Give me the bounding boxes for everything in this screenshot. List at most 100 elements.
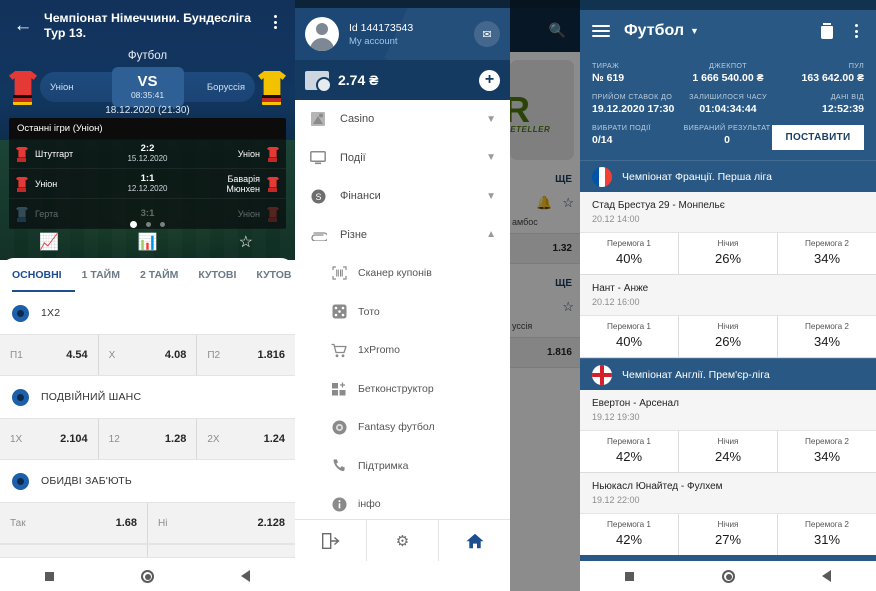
outcome-cell-win2[interactable]: Перемога 2 34% [778, 233, 876, 274]
scrim-overlay[interactable] [510, 0, 580, 591]
outcome-label: Нічия [717, 520, 739, 529]
tab-kutovi-2[interactable]: КУТОВ [256, 269, 291, 281]
draw-label: ТИРАЖ [592, 61, 620, 70]
account-header[interactable]: Id 144173543 My account ✉ [295, 8, 510, 60]
market-header[interactable]: ОБИДВІ ЗАБ'ЮТЬ [0, 460, 295, 502]
outcome-cell-draw[interactable]: Нічия 26% [679, 316, 778, 357]
chevron-down-icon[interactable]: ▼ [486, 191, 496, 202]
outcome-cell-win2[interactable]: Перемога 2 34% [778, 316, 876, 357]
envelope-icon[interactable]: ✉ [474, 21, 500, 47]
place-bet-button[interactable]: ПОСТАВИТИ [772, 125, 864, 150]
odds-cell[interactable]: 2X 1.24 [197, 419, 295, 459]
trend-line-icon[interactable]: 📈 [0, 232, 98, 252]
outcome-percent: 34% [813, 449, 841, 464]
outcome-cell-win1[interactable]: Перемога 1 40% [580, 316, 679, 357]
event-header[interactable]: Нант - Анже 20.12 16:00 [580, 275, 876, 316]
outcome-cell-draw[interactable]: Нічия 26% [679, 233, 778, 274]
away-jersey-icon [255, 69, 289, 105]
circle-icon[interactable] [98, 569, 196, 583]
drawer-subitem-fantasy[interactable]: Fantasy футбол [295, 408, 510, 447]
drawer-item-casino[interactable]: Casino ▼ [295, 100, 510, 139]
chevron-up-icon[interactable]: ▲ [486, 229, 496, 240]
tab-2-taim[interactable]: 2 ТАЙМ [140, 269, 178, 281]
odds-cell[interactable]: 12 1.28 [99, 419, 198, 459]
odds-cell[interactable]: П2 1.816 [197, 335, 295, 375]
selected-events-value: 0/14 [592, 134, 613, 146]
trash-icon[interactable] [820, 23, 834, 39]
outcome-cell-win2[interactable]: Перемога 2 34% [778, 431, 876, 472]
outcome-cell-win1[interactable]: Перемога 1 40% [580, 233, 679, 274]
home-team-name[interactable]: Уніон [40, 72, 112, 102]
odds-cell[interactable]: Так 1.68 [0, 503, 148, 543]
drawer-subitem-betconstructor[interactable]: Бетконструктор [295, 370, 510, 409]
chevron-down-icon[interactable]: ▼ [690, 26, 699, 36]
status-bar [295, 0, 510, 8]
drawer-subitem-info[interactable]: інфо [295, 485, 510, 524]
away-team-name[interactable]: Боруссія [183, 72, 255, 102]
market-tabs: ОСНОВНІ 1 ТАЙМ 2 ТАЙМ КУТОВІ КУТОВ [0, 258, 295, 292]
drawer-item-events[interactable]: Події ▼ [295, 139, 510, 178]
account-subtitle[interactable]: My account [349, 35, 474, 48]
drawer-item-finance[interactable]: S Фінанси ▼ [295, 177, 510, 216]
market-header[interactable]: 1X2 [0, 292, 295, 334]
chevron-down-icon[interactable]: ▼ [486, 152, 496, 163]
outcome-cell-draw[interactable]: Нічия 27% [679, 514, 778, 555]
event-header[interactable]: Стад Брестуа 29 - Монпельє 20.12 14:00 [580, 192, 876, 233]
odds-cell[interactable]: 1X 2.104 [0, 419, 99, 459]
triangle-back-icon[interactable] [777, 570, 876, 582]
drawer-subitem-toto[interactable]: Тото [295, 293, 510, 332]
team-badge-icon [266, 146, 280, 162]
status-bar [580, 0, 876, 10]
gear-icon[interactable]: ⚙ [367, 520, 439, 561]
odds-cell[interactable] [0, 545, 148, 557]
chevron-down-icon[interactable]: ▼ [486, 114, 496, 125]
hamburger-menu-icon[interactable] [592, 25, 610, 37]
balance-row[interactable]: 2.74 ₴ + [295, 60, 510, 100]
android-nav-bar [580, 561, 876, 591]
square-icon[interactable] [580, 571, 679, 581]
odds-cell[interactable]: Ні 2.128 [148, 503, 295, 543]
event-header[interactable]: Ньюкасл Юнайтед - Фулхем 19.12 22:00 [580, 473, 876, 514]
market-header[interactable]: ПОДВІЙНИЙ ШАНС [0, 376, 295, 418]
tab-osnovni[interactable]: ОСНОВНІ [12, 269, 62, 281]
pool-value: 163 642.00 ₴ [801, 72, 865, 84]
outcome-cell-draw[interactable]: Нічия 24% [679, 431, 778, 472]
triangle-back-icon[interactable] [197, 570, 295, 582]
home-icon[interactable] [439, 520, 510, 561]
outcome-cell-win1[interactable]: Перемога 1 42% [580, 431, 679, 472]
circle-icon[interactable] [679, 569, 778, 583]
drawer-item-misc[interactable]: Різне ▲ [295, 216, 510, 255]
back-arrow-icon[interactable]: ← [8, 11, 38, 41]
drawer-subitem-support[interactable]: Підтримка [295, 447, 510, 486]
last-game-score: 2:2 [140, 143, 155, 154]
odds-cell[interactable] [148, 545, 295, 557]
star-icon[interactable]: ☆ [197, 232, 295, 252]
tab-kutovi[interactable]: КУТОВІ [198, 269, 236, 281]
carousel-dots[interactable] [0, 221, 295, 228]
outcome-cell-win1[interactable]: Перемога 1 42% [580, 514, 679, 555]
tab-indicator [12, 289, 75, 292]
outcome-cell-win2[interactable]: Перемога 2 31% [778, 514, 876, 555]
last-game-row[interactable]: Уніон 1:1 12.12.2020 Баварія Мюнхен [9, 169, 286, 199]
outcome-row: Перемога 1 42% Нічия 27% Перемога 2 31% [580, 514, 876, 556]
league-header-england[interactable]: Чемпіонат Англії. Прем'єр-ліга [580, 358, 876, 390]
odds-value: 2.128 [257, 517, 285, 529]
odds-cell[interactable]: X 4.08 [99, 335, 198, 375]
monitor-icon [309, 149, 327, 167]
jackpot-value: 1 666 540.00 ₴ [692, 72, 764, 84]
drawer-subitem-coupon-scanner[interactable]: Сканер купонів [295, 254, 510, 293]
league-header-france[interactable]: Чемпіонат Франції. Перша ліга [580, 160, 876, 192]
event-header[interactable]: Евертон - Арсенал 19.12 19:30 [580, 390, 876, 431]
last-game-row[interactable]: Штутгарт 2:2 15.12.2020 Уніон [9, 139, 286, 169]
outcome-percent: 42% [615, 532, 643, 547]
odds-cell[interactable]: П1 4.54 [0, 335, 99, 375]
square-icon[interactable] [0, 571, 98, 581]
kebab-menu-icon[interactable] [263, 8, 287, 29]
odds-value: 1.816 [257, 349, 286, 361]
drawer-subitem-1xpromo[interactable]: 1xPromo [295, 331, 510, 370]
tab-1-taim[interactable]: 1 ТАЙМ [82, 269, 120, 281]
logout-icon[interactable] [295, 520, 367, 561]
bar-chart-icon[interactable]: 📊 [98, 232, 196, 252]
kebab-menu-icon[interactable] [848, 24, 864, 38]
plus-icon[interactable]: + [479, 69, 500, 91]
